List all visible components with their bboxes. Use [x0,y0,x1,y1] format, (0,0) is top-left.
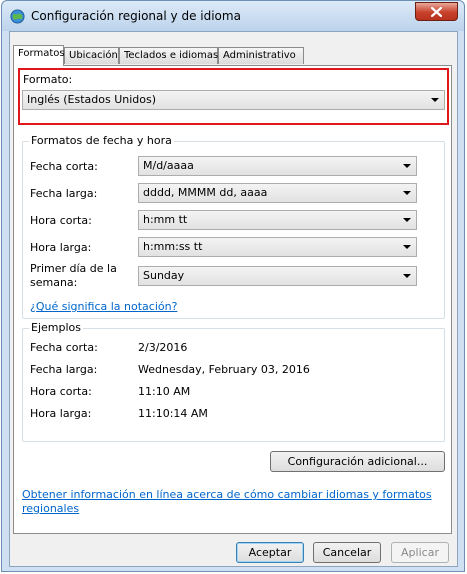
first-day-label-line1: Primer día de la [30,262,117,275]
chevron-down-icon [403,191,411,195]
window-title: Configuración regional y de idioma [31,9,241,23]
chevron-down-icon [403,245,411,249]
notation-help-link[interactable]: ¿Qué significa la notación? [30,300,177,313]
short-date-label: Fecha corta: [30,160,98,173]
long-date-value: dddd, MMMM dd, aaaa [143,186,268,199]
format-dropdown[interactable]: Inglés (Estados Unidos) [22,90,445,110]
title-bar[interactable]: Configuración regional y de idioma [2,1,464,31]
close-button[interactable] [415,2,458,21]
long-time-value: h:mm:ss tt [143,240,203,253]
chevron-down-icon [403,274,411,278]
long-date-dropdown[interactable]: dddd, MMMM dd, aaaa [138,183,417,203]
tab-formatos[interactable]: Formatos [13,45,65,66]
short-date-value: M/d/aaaa [143,159,194,172]
example-long-time-value: 11:10:14 AM [138,407,208,420]
chevron-down-icon [403,218,411,222]
short-date-dropdown[interactable]: M/d/aaaa [138,156,417,176]
example-short-date-label: Fecha corta: [30,341,98,354]
example-long-date-value: Wednesday, February 03, 2016 [138,363,310,376]
long-time-dropdown[interactable]: h:mm:ss tt [138,237,417,257]
first-day-label-line2: semana: [30,276,78,289]
examples-group: Ejemplos Fecha corta: 2/3/2016 Fecha lar… [22,321,445,442]
long-time-label: Hora larga: [30,241,92,254]
online-info-link-line1[interactable]: Obtener información en línea acerca de c… [22,488,432,501]
dialog-client: Formatos Ubicación Teclados e idiomas Ad… [9,31,458,567]
long-date-label: Fecha larga: [30,187,98,200]
close-icon [431,7,442,17]
date-time-formats-group: Formatos de fecha y hora Fecha corta: M/… [22,134,445,319]
example-short-date-value: 2/3/2016 [138,341,188,354]
example-short-time-value: 11:10 AM [138,385,191,398]
online-info-link-line2[interactable]: regionales [22,502,79,515]
tab-administrativo[interactable]: Administrativo [218,47,304,64]
group-title-date-time: Formatos de fecha y hora [29,134,174,147]
example-long-date-label: Fecha larga: [30,363,98,376]
formats-panel: Formato: Inglés (Estados Unidos) Formato… [13,65,452,534]
first-day-value: Sunday [143,269,185,282]
short-time-value: h:mm tt [143,213,188,226]
example-short-time-label: Hora corta: [30,385,92,398]
short-time-dropdown[interactable]: h:mm tt [138,210,417,230]
short-time-label: Hora corta: [30,214,92,227]
group-title-examples: Ejemplos [29,321,83,334]
first-day-dropdown[interactable]: Sunday [138,266,417,286]
globe-icon [10,9,25,24]
dialog-window: Configuración regional y de idioma Forma… [1,0,465,572]
ok-button[interactable]: Aceptar [236,542,304,563]
format-value: Inglés (Estados Unidos) [27,93,157,106]
example-long-time-label: Hora larga: [30,407,92,420]
additional-settings-button[interactable]: Configuración adicional... [270,451,445,472]
cancel-button[interactable]: Cancelar [313,542,381,563]
tab-teclados-e-idiomas[interactable]: Teclados e idiomas [119,47,218,64]
tab-ubicacion[interactable]: Ubicación [64,47,119,64]
apply-button[interactable]: Aplicar [391,542,449,563]
chevron-down-icon [403,164,411,168]
format-label: Formato: [23,73,73,86]
chevron-down-icon [431,98,439,102]
